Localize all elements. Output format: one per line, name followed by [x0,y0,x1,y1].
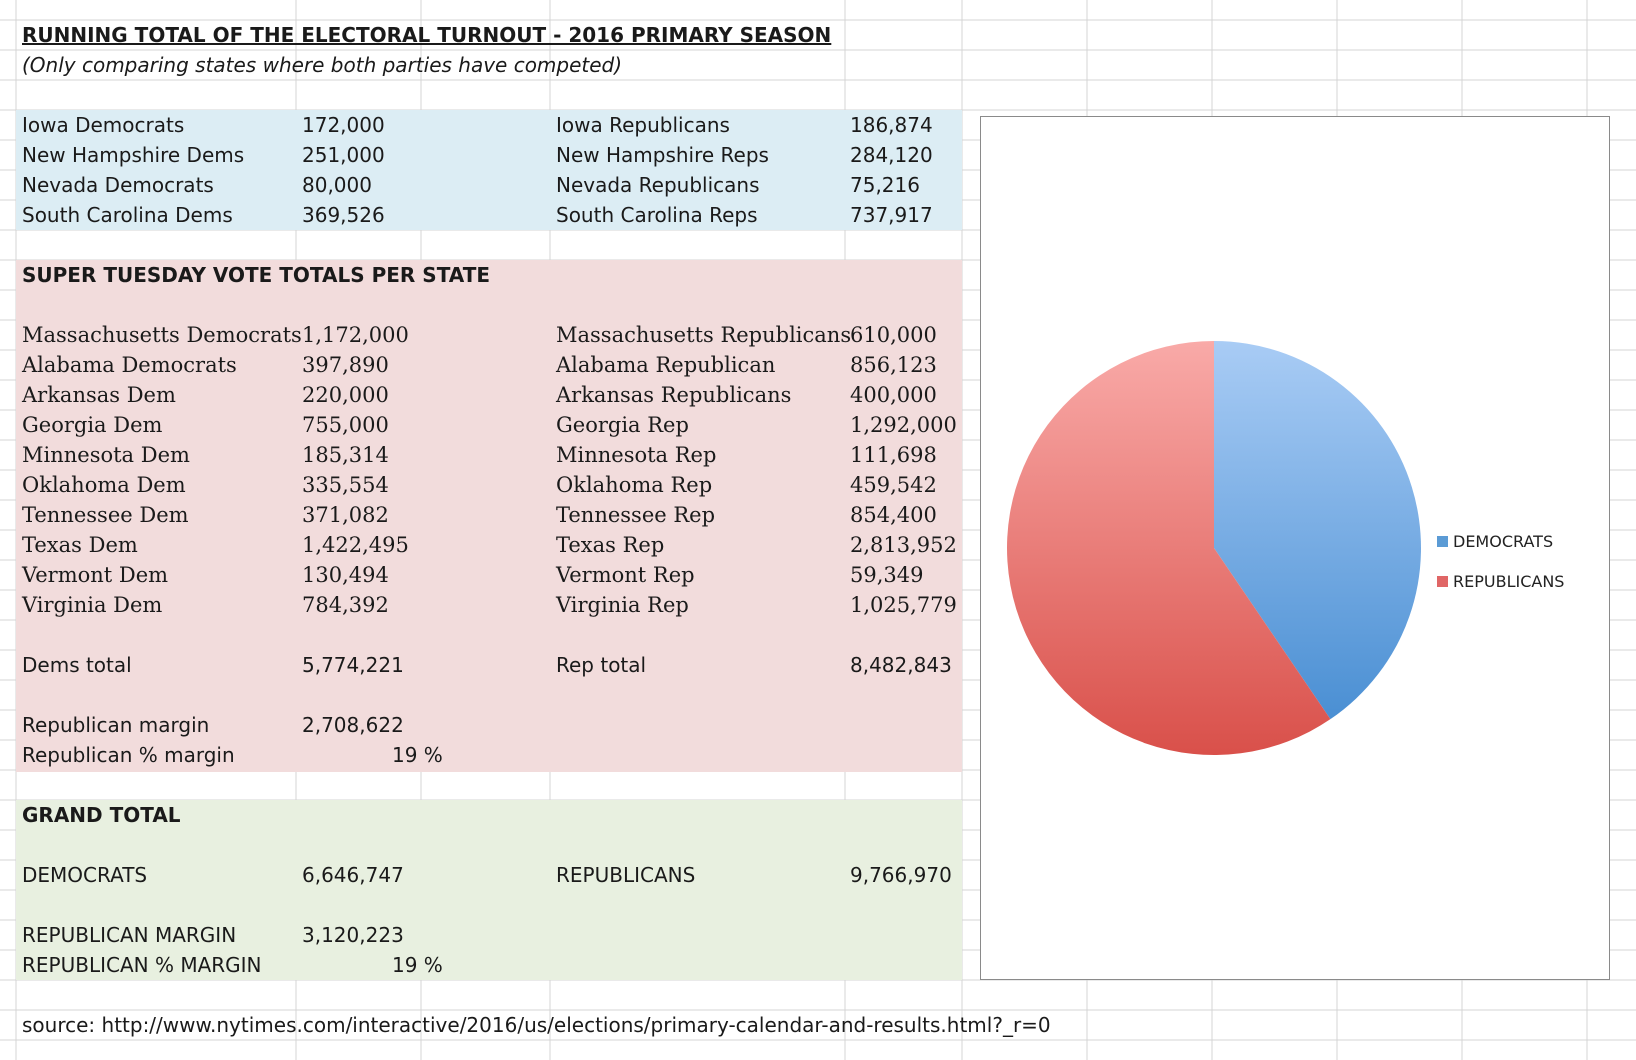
sheet-title[interactable]: RUNNING TOTAL OF THE ELECTORAL TURNOUT -… [22,20,831,50]
early-rep-value[interactable]: 737,917 [850,200,933,230]
dems-total-label[interactable]: Dems total [22,650,132,680]
st-dem-value[interactable]: 185,314 [302,440,389,470]
early-dem-label[interactable]: New Hampshire Dems [22,140,244,170]
st-dem-value[interactable]: 371,082 [302,500,389,530]
sheet-subtitle[interactable]: (Only comparing states where both partie… [22,50,622,80]
legend-label-republicans: REPUBLICANS [1453,571,1565,591]
grand-total-header[interactable]: GRAND TOTAL [22,800,181,830]
st-rep-value[interactable]: 856,123 [850,350,937,380]
early-dem-value[interactable]: 80,000 [302,170,372,200]
st-rep-label[interactable]: Georgia Rep [556,410,689,440]
st-rep-label[interactable]: Oklahoma Rep [556,470,712,500]
st-dem-value[interactable]: 1,172,000 [302,320,409,350]
legend-item-republicans[interactable]: REPUBLICANS [1437,561,1564,601]
st-rep-label[interactable]: Virginia Rep [556,590,689,620]
early-rep-value[interactable]: 75,216 [850,170,920,200]
grand-dem-value[interactable]: 6,646,747 [302,860,404,890]
st-dem-label[interactable]: Oklahoma Dem [22,470,186,500]
early-rep-label[interactable]: South Carolina Reps [556,200,758,230]
st-pct-margin-value[interactable]: 19 % [392,740,443,770]
st-dem-value[interactable]: 335,554 [302,470,389,500]
st-dem-label[interactable]: Georgia Dem [22,410,162,440]
early-rep-label[interactable]: Iowa Republicans [556,110,730,140]
st-dem-value[interactable]: 1,422,495 [302,530,409,560]
st-rep-value[interactable]: 2,813,952 [850,530,957,560]
st-rep-label[interactable]: Arkansas Republicans [556,380,791,410]
st-dem-label[interactable]: Minnesota Dem [22,440,190,470]
st-dem-value[interactable]: 397,890 [302,350,389,380]
st-rep-label[interactable]: Texas Rep [556,530,664,560]
super-tuesday-header[interactable]: SUPER TUESDAY VOTE TOTALS PER STATE [22,260,490,290]
legend-swatch-democrats [1437,535,1448,547]
st-rep-value[interactable]: 459,542 [850,470,937,500]
st-dem-value[interactable]: 784,392 [302,590,389,620]
grand-margin-label[interactable]: REPUBLICAN MARGIN [22,920,236,950]
early-rep-value[interactable]: 186,874 [850,110,933,140]
early-dem-value[interactable]: 251,000 [302,140,385,170]
pie-chart[interactable]: DEMOCRATS REPUBLICANS [980,116,1610,980]
st-rep-value[interactable]: 400,000 [850,380,937,410]
chart-legend: DEMOCRATS REPUBLICANS [1437,521,1564,601]
st-dem-label[interactable]: Massachusetts Democrats [22,320,302,350]
early-dem-value[interactable]: 369,526 [302,200,385,230]
grand-dem-label[interactable]: DEMOCRATS [22,860,147,890]
st-rep-label[interactable]: Alabama Republican [556,350,775,380]
legend-label-democrats: DEMOCRATS [1453,531,1554,551]
st-dem-label[interactable]: Arkansas Dem [22,380,176,410]
st-dem-label[interactable]: Alabama Democrats [22,350,237,380]
st-rep-label[interactable]: Minnesota Rep [556,440,716,470]
st-rep-label[interactable]: Tennessee Rep [556,500,715,530]
grand-rep-value[interactable]: 9,766,970 [850,860,952,890]
source-link[interactable]: source: http://www.nytimes.com/interacti… [22,1010,1051,1040]
st-dem-value[interactable]: 220,000 [302,380,389,410]
st-pct-margin-label[interactable]: Republican % margin [22,740,235,770]
rep-total-value[interactable]: 8,482,843 [850,650,952,680]
st-rep-value[interactable]: 111,698 [850,440,937,470]
grand-pct-margin-value[interactable]: 19 % [392,950,443,980]
grand-margin-value[interactable]: 3,120,223 [302,920,404,950]
st-rep-value[interactable]: 1,025,779 [850,590,957,620]
early-dem-label[interactable]: South Carolina Dems [22,200,233,230]
st-margin-value[interactable]: 2,708,622 [302,710,404,740]
early-dem-label[interactable]: Nevada Democrats [22,170,214,200]
st-rep-value[interactable]: 59,349 [850,560,923,590]
early-dem-value[interactable]: 172,000 [302,110,385,140]
early-dem-label[interactable]: Iowa Democrats [22,110,184,140]
st-rep-value[interactable]: 1,292,000 [850,410,957,440]
grand-pct-margin-label[interactable]: REPUBLICAN % MARGIN [22,950,262,980]
st-rep-label[interactable]: Massachusetts Republicans [556,320,851,350]
st-dem-label[interactable]: Tennessee Dem [22,500,189,530]
st-dem-label[interactable]: Virginia Dem [22,590,162,620]
early-rep-value[interactable]: 284,120 [850,140,933,170]
grand-rep-label[interactable]: REPUBLICANS [556,860,695,890]
st-rep-value[interactable]: 610,000 [850,320,937,350]
st-rep-label[interactable]: Vermont Rep [556,560,695,590]
early-rep-label[interactable]: Nevada Republicans [556,170,760,200]
st-dem-value[interactable]: 755,000 [302,410,389,440]
st-dem-label[interactable]: Texas Dem [22,530,138,560]
legend-item-democrats[interactable]: DEMOCRATS [1437,521,1564,561]
st-dem-value[interactable]: 130,494 [302,560,389,590]
st-margin-label[interactable]: Republican margin [22,710,209,740]
st-dem-label[interactable]: Vermont Dem [22,560,168,590]
legend-swatch-republicans [1437,575,1448,587]
early-rep-label[interactable]: New Hampshire Reps [556,140,769,170]
st-rep-value[interactable]: 854,400 [850,500,937,530]
dems-total-value[interactable]: 5,774,221 [302,650,404,680]
rep-total-label[interactable]: Rep total [556,650,646,680]
